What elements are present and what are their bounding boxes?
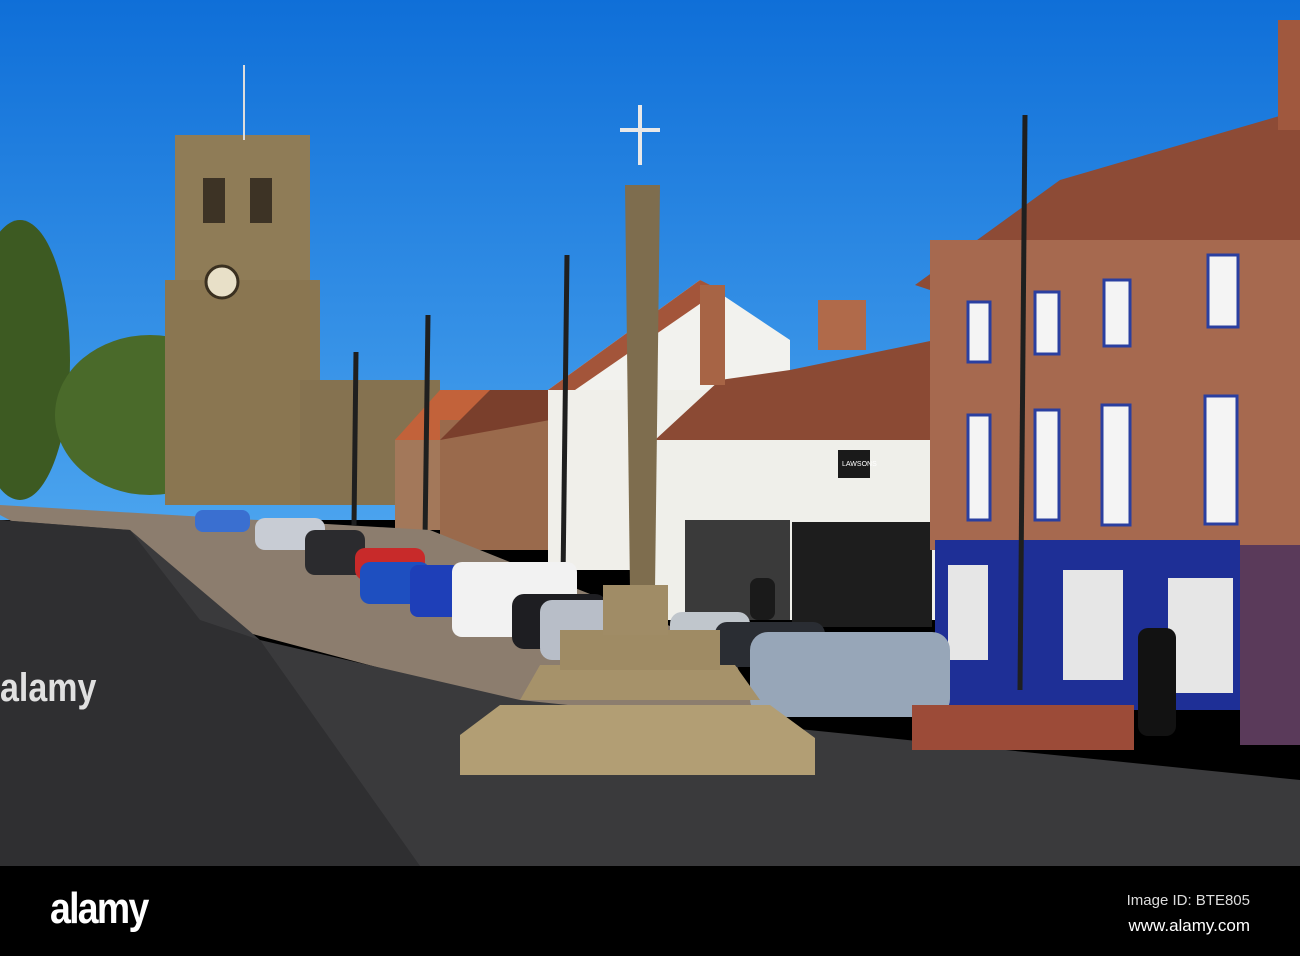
pedestrian: [750, 578, 775, 620]
stock-photo: LAWSONS alamy alamy Image ID: BTE805 www…: [0, 0, 1300, 956]
clock-icon: [204, 264, 240, 300]
brick-planter: [912, 705, 1134, 750]
site-url[interactable]: www.alamy.com: [1128, 916, 1250, 936]
image-id: Image ID: BTE805: [1126, 892, 1250, 909]
footer-bar: alamy Image ID: BTE805 www.alamy.com: [0, 866, 1300, 956]
watermark: alamy: [0, 666, 97, 710]
pedestrian: [1138, 628, 1176, 736]
market-square-photo: LAWSONS: [0, 0, 1300, 866]
lawsons-sign: LAWSONS: [842, 461, 877, 468]
alamy-logo: alamy: [50, 884, 149, 933]
